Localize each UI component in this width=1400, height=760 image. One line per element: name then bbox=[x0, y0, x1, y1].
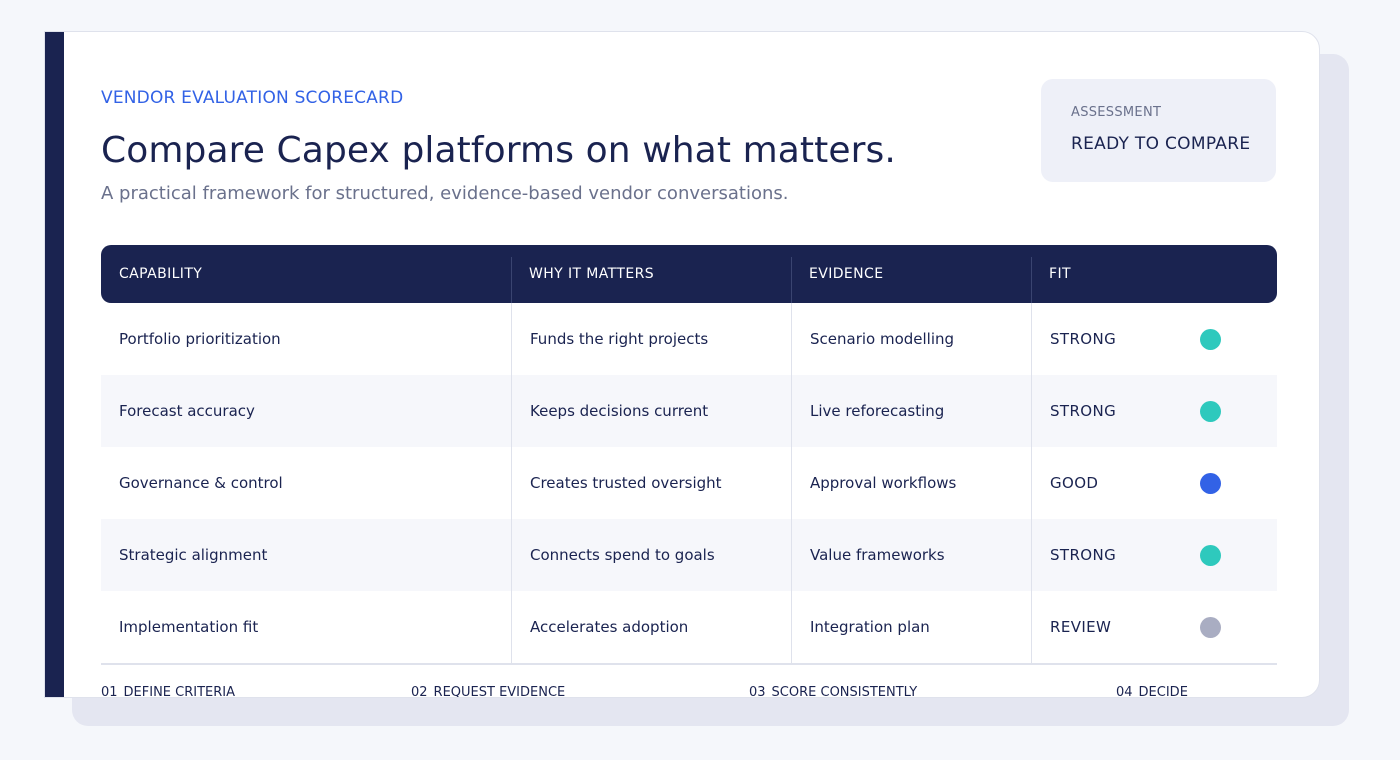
page-title: Compare Capex platforms on what matters. bbox=[101, 130, 896, 171]
why-cell: Accelerates adoption bbox=[511, 591, 791, 663]
fit-label: STRONG bbox=[1050, 330, 1117, 348]
fit-cell: STRONG bbox=[1031, 519, 1277, 591]
table-row: Implementation fit Accelerates adoption … bbox=[101, 591, 1277, 663]
table-row: Governance & control Creates trusted ove… bbox=[101, 447, 1277, 519]
capability-cell: Portfolio prioritization bbox=[119, 330, 281, 348]
fit-status-dot bbox=[1200, 544, 1221, 566]
step-score-consistently: 03 SCORE CONSISTENTLY bbox=[749, 685, 918, 698]
scorecard-table: CAPABILITY WHY IT MATTERS EVIDENCE FIT P… bbox=[101, 245, 1277, 665]
page-subtitle: A practical framework for structured, ev… bbox=[101, 183, 789, 204]
fit-cell: STRONG bbox=[1031, 375, 1277, 447]
status-label: ASSESSMENT bbox=[1071, 105, 1162, 120]
accent-bar bbox=[45, 32, 64, 697]
header-capability: CAPABILITY bbox=[119, 266, 203, 282]
capability-cell: Forecast accuracy bbox=[119, 402, 255, 420]
status-value: READY TO COMPARE bbox=[1071, 134, 1251, 154]
header-evidence: EVIDENCE bbox=[791, 245, 1031, 303]
step-label: SCORE CONSISTENTLY bbox=[771, 685, 918, 698]
fit-label: GOOD bbox=[1050, 474, 1099, 492]
scorecard-card: VENDOR EVALUATION SCORECARD Compare Cape… bbox=[44, 31, 1320, 698]
assessment-status-box: ASSESSMENT READY TO COMPARE bbox=[1041, 79, 1276, 182]
step-number: 01 bbox=[101, 685, 118, 698]
step-number: 02 bbox=[411, 685, 428, 698]
table-row: Forecast accuracy Keeps decisions curren… bbox=[101, 375, 1277, 447]
table-row: Strategic alignment Connects spend to go… bbox=[101, 519, 1277, 591]
table-divider bbox=[101, 663, 1277, 665]
why-cell: Funds the right projects bbox=[511, 303, 791, 375]
fit-status-dot bbox=[1200, 400, 1221, 422]
capability-cell: Strategic alignment bbox=[119, 546, 268, 564]
fit-cell: GOOD bbox=[1031, 447, 1277, 519]
why-cell: Creates trusted oversight bbox=[511, 447, 791, 519]
step-decide: 04 DECIDE bbox=[1116, 685, 1188, 698]
why-cell: Keeps decisions current bbox=[511, 375, 791, 447]
step-number: 03 bbox=[749, 685, 766, 698]
capability-cell: Governance & control bbox=[119, 474, 283, 492]
capability-cell: Implementation fit bbox=[119, 618, 259, 636]
fit-label: STRONG bbox=[1050, 546, 1117, 564]
evidence-cell: Scenario modelling bbox=[791, 303, 1031, 375]
process-steps: 01 DEFINE CRITERIA 02 REQUEST EVIDENCE 03 S… bbox=[101, 685, 1277, 698]
evidence-cell: Value frameworks bbox=[791, 519, 1031, 591]
header-fit: FIT bbox=[1031, 245, 1277, 303]
step-label: DECIDE bbox=[1138, 685, 1188, 698]
evidence-cell: Integration plan bbox=[791, 591, 1031, 663]
fit-cell: REVIEW bbox=[1031, 591, 1277, 663]
evidence-cell: Live reforecasting bbox=[791, 375, 1031, 447]
step-define-criteria: 01 DEFINE CRITERIA bbox=[101, 685, 236, 698]
evidence-cell: Approval workflows bbox=[791, 447, 1031, 519]
fit-status-dot bbox=[1200, 472, 1221, 494]
table-header: CAPABILITY WHY IT MATTERS EVIDENCE FIT bbox=[101, 245, 1277, 303]
header-why-it-matters: WHY IT MATTERS bbox=[511, 245, 791, 303]
fit-cell: STRONG bbox=[1031, 303, 1277, 375]
fit-label: STRONG bbox=[1050, 402, 1117, 420]
fit-status-dot bbox=[1200, 616, 1221, 638]
step-label: REQUEST EVIDENCE bbox=[433, 685, 566, 698]
table-row: Portfolio prioritization Funds the right… bbox=[101, 303, 1277, 375]
why-cell: Connects spend to goals bbox=[511, 519, 791, 591]
fit-label: REVIEW bbox=[1050, 618, 1112, 636]
step-request-evidence: 02 REQUEST EVIDENCE bbox=[411, 685, 566, 698]
step-number: 04 bbox=[1116, 685, 1133, 698]
step-label: DEFINE CRITERIA bbox=[123, 685, 236, 698]
fit-status-dot bbox=[1200, 328, 1221, 350]
eyebrow-label: VENDOR EVALUATION SCORECARD bbox=[101, 88, 404, 108]
